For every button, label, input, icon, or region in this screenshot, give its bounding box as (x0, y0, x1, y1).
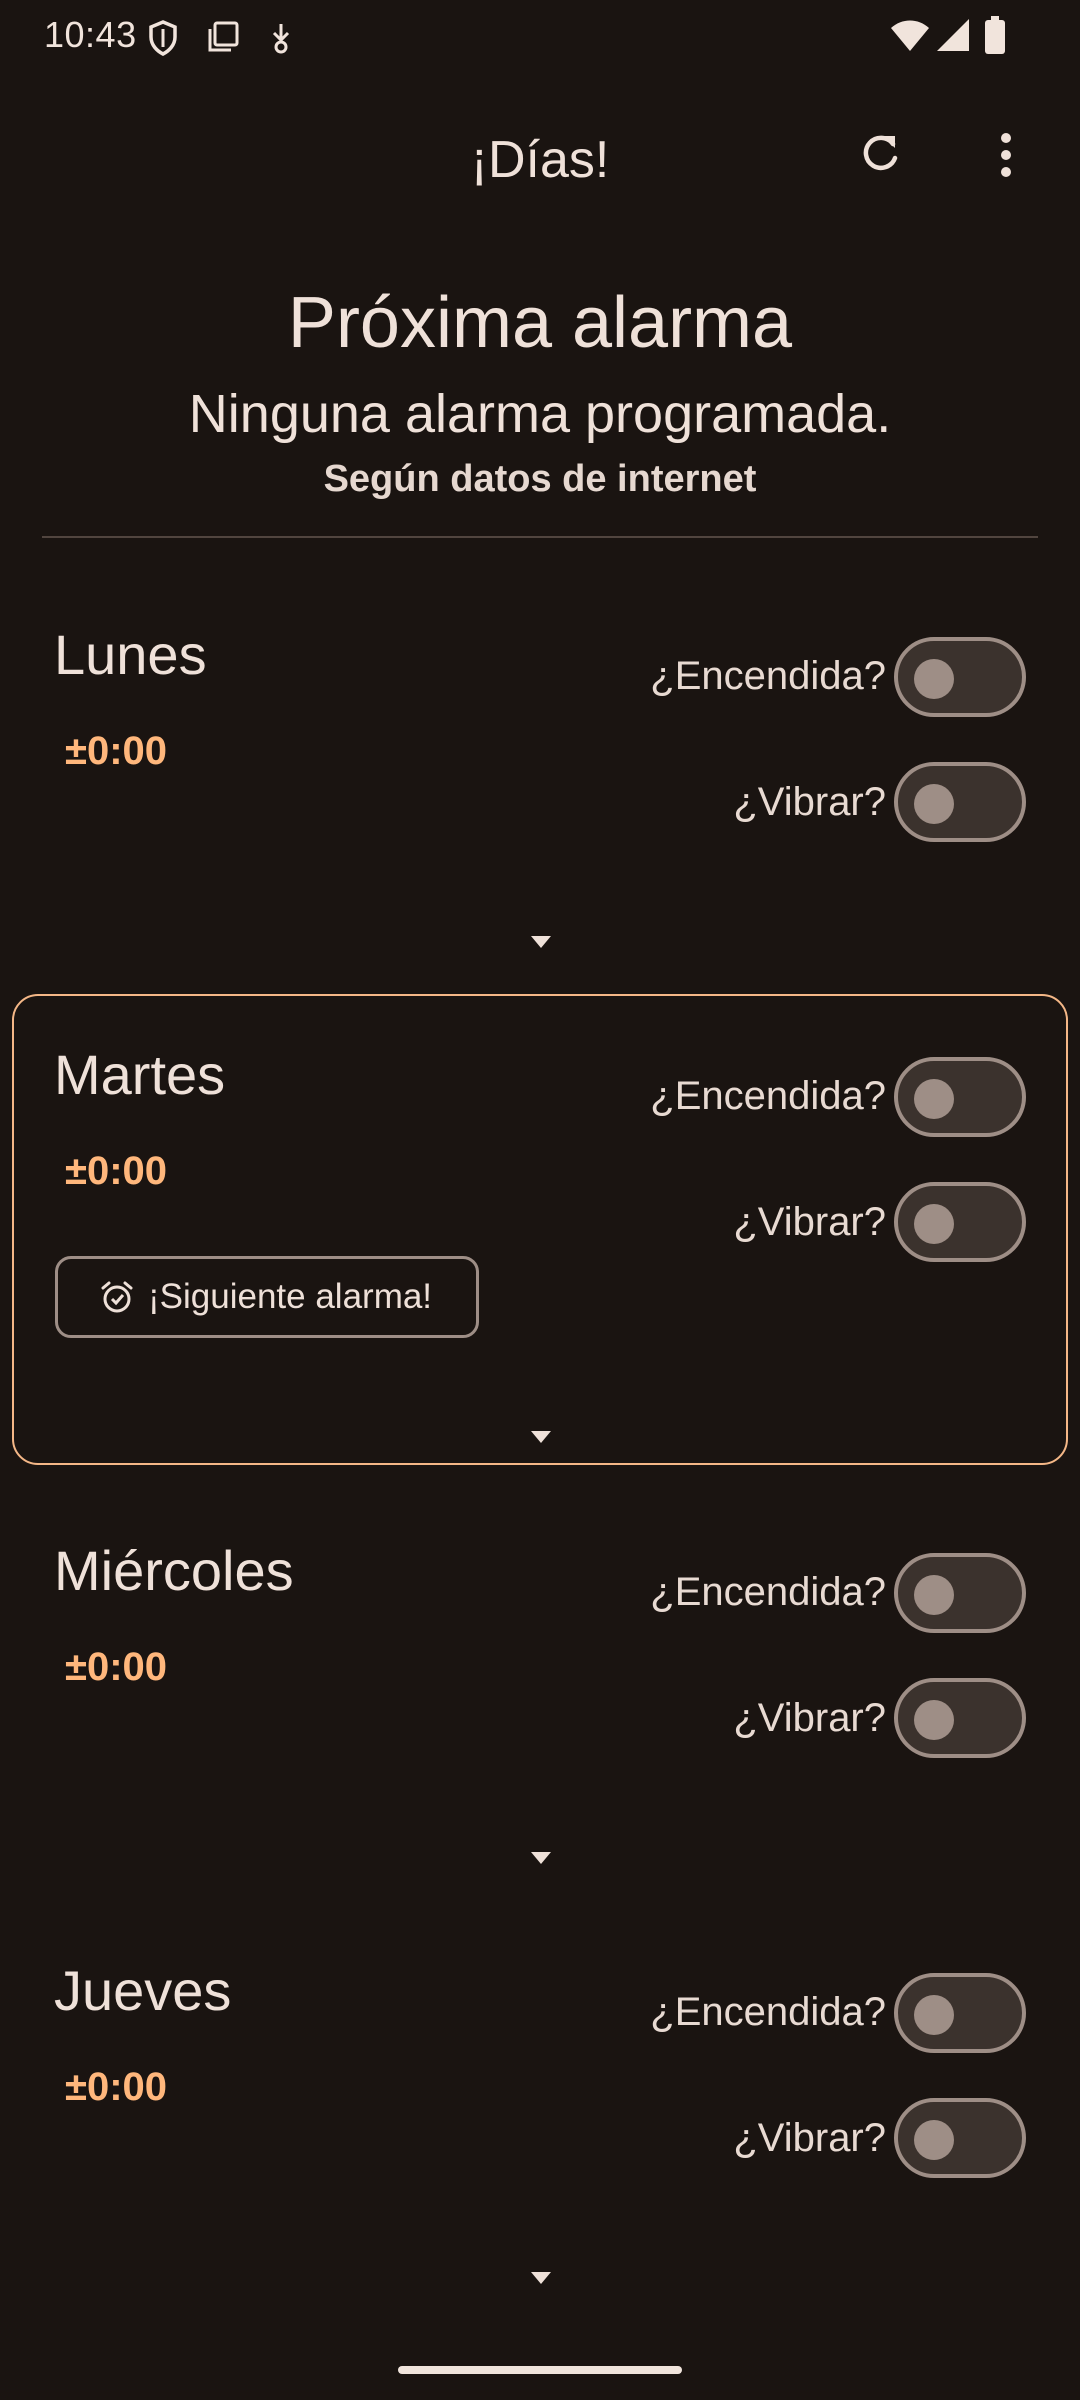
day-name: Lunes (54, 623, 207, 686)
time-offset[interactable]: ±0:00 (65, 1645, 167, 1690)
expand-more-icon[interactable] (530, 1851, 552, 1865)
more-vert-icon[interactable] (990, 130, 1022, 180)
vibrate-label: ¿Vibrar? (733, 1200, 886, 1244)
next-alarm-title: Próxima alarma (287, 283, 793, 363)
time-offset[interactable]: ±0:00 (65, 729, 167, 774)
copy-icon (208, 21, 239, 52)
enabled-switch[interactable] (894, 637, 1026, 717)
day-card-jueves[interactable]: Jueves ±0:00 ¿Encendida? ¿Vibrar? (12, 1950, 1068, 2290)
vibrate-label: ¿Vibrar? (733, 1696, 886, 1740)
app-title: ¡Días! (470, 131, 610, 189)
day-name: Miércoles (54, 1539, 294, 1602)
enabled-switch[interactable] (894, 1553, 1026, 1633)
next-alarm-chip-label: ¡Siguiente alarma! (148, 1277, 433, 1316)
switch-knob (914, 1995, 954, 2035)
time-offset[interactable]: ±0:00 (65, 2065, 167, 2110)
battery-icon (985, 16, 1005, 54)
data-source-label: Según datos de internet (323, 458, 757, 500)
expand-more-icon[interactable] (530, 1430, 552, 1444)
vibrate-switch[interactable] (894, 1678, 1026, 1758)
app-bar: ¡Días! (0, 100, 1080, 220)
alarm-clock-icon (101, 1281, 133, 1313)
enabled-label: ¿Encendida? (650, 1990, 886, 2034)
time-offset[interactable]: ±0:00 (65, 1149, 167, 1194)
home-indicator[interactable] (398, 2366, 682, 2374)
enabled-label: ¿Encendida? (650, 1074, 886, 1118)
app-screen: 10:43 ¡Días! Próxima alarma Ninguna alar… (0, 0, 1080, 2400)
day-name: Jueves (54, 1959, 232, 2022)
switch-knob (914, 1204, 954, 1244)
switch-knob (914, 2120, 954, 2160)
next-alarm-chip[interactable]: ¡Siguiente alarma! (55, 1256, 479, 1338)
switch-knob (914, 1575, 954, 1615)
wifi-icon (891, 20, 929, 51)
switch-knob (914, 1079, 954, 1119)
switch-knob (914, 784, 954, 824)
status-bar: 10:43 (0, 0, 1080, 72)
expand-more-icon[interactable] (530, 935, 552, 949)
status-time: 10:43 (44, 14, 137, 55)
enabled-switch[interactable] (894, 1973, 1026, 2053)
shield-icon (149, 20, 177, 56)
signal-icon (937, 19, 969, 51)
download-icon (272, 24, 290, 54)
expand-more-icon[interactable] (530, 2271, 552, 2285)
switch-knob (914, 1700, 954, 1740)
enabled-label: ¿Encendida? (650, 1570, 886, 1614)
day-card-martes[interactable]: Martes ±0:00 ¿Encendida? ¿Vibrar? ¡Sigui… (12, 994, 1068, 1465)
enabled-label: ¿Encendida? (650, 654, 886, 698)
enabled-switch[interactable] (894, 1057, 1026, 1137)
vibrate-switch[interactable] (894, 1182, 1026, 1262)
vibrate-label: ¿Vibrar? (733, 780, 886, 824)
day-card-miercoles[interactable]: Miércoles ±0:00 ¿Encendida? ¿Vibrar? (12, 1530, 1068, 1930)
next-alarm-subtitle: Ninguna alarma programada. (188, 384, 892, 444)
vibrate-switch[interactable] (894, 2098, 1026, 2178)
switch-knob (914, 659, 954, 699)
vibrate-switch[interactable] (894, 762, 1026, 842)
divider (42, 536, 1038, 538)
refresh-icon[interactable] (856, 130, 904, 178)
day-card-lunes[interactable]: Lunes ±0:00 ¿Encendida? ¿Vibrar? (12, 580, 1068, 980)
vibrate-label: ¿Vibrar? (733, 2116, 886, 2160)
day-name: Martes (54, 1043, 226, 1106)
